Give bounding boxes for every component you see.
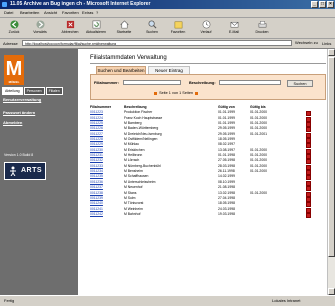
menu-bearbeiten[interactable]: Bearbeiten [20, 10, 39, 15]
filialnummer-input[interactable] [123, 80, 181, 85]
sidebar-tab-abteilung[interactable]: Abteilung [2, 87, 23, 95]
table-body: 0011223 Produktion Fischer 01.01.1999 01.01… [90, 110, 320, 218]
home-icon [119, 20, 129, 29]
company-logo: M MÖBEL [4, 55, 24, 85]
pager-text: Seite 1 von 1 Seiten [159, 91, 194, 95]
back-arrow-icon [9, 20, 19, 29]
maximize-button[interactable]: □ [319, 1, 326, 8]
close-button[interactable]: × [327, 1, 334, 8]
pager: Seite 1 von 1 Seiten [153, 91, 199, 95]
mail-button[interactable]: E-Mail [222, 20, 246, 36]
pager-next-icon[interactable] [195, 91, 199, 95]
home-button[interactable]: Startseite [112, 20, 136, 36]
results-table: Filialnummer Beschreibung Gültig von Gül… [90, 105, 320, 218]
sidebar-link-benutzerverwaltung[interactable]: Benutzerverwaltung [3, 97, 41, 102]
history-label: Verlauf [200, 30, 212, 34]
address-bar: Adresse http://localhost/cocoon/formular… [0, 39, 335, 49]
stop-label: Abbrechen [61, 30, 79, 34]
main-content: Filialstammdaten Verwaltung Suchen und B… [84, 49, 327, 295]
search-label: Suchen [146, 30, 158, 34]
arts-label: ARTS [21, 167, 43, 174]
search-panel: Filialnummer: Beschreibung: Suchen Seite… [90, 74, 326, 100]
menu-help[interactable]: ? [96, 10, 98, 15]
print-button[interactable]: Drucken [250, 20, 274, 36]
menu-extras[interactable]: Extras [82, 10, 93, 15]
forward-arrow-icon [35, 20, 45, 29]
menu-ansicht[interactable]: Ansicht [44, 10, 57, 15]
refresh-button[interactable]: Aktualisieren [84, 20, 108, 36]
mail-icon [230, 21, 238, 28]
address-label: Adresse [3, 41, 18, 46]
window-titlebar: 11.05 Archive an Bug ingen ch - Microsof… [0, 0, 335, 9]
sidebar-tab-filialen[interactable]: Filialen [45, 87, 63, 95]
page-title: Filialstammdaten Verwaltung [90, 55, 167, 61]
history-button[interactable]: Verlauf [194, 20, 218, 36]
sidebar: M MÖBEL Abteilung Personen Filialen Benutz… [0, 49, 78, 295]
search-icon [148, 20, 156, 29]
search-submit-button[interactable]: Suchen [287, 80, 313, 87]
stop-button[interactable]: Abbrechen [58, 20, 82, 36]
browser-toolbar: Zurück Vorwärts Abbrechen Aktualisieren … [0, 18, 335, 39]
sidebar-tab-personen[interactable]: Personen [23, 87, 45, 95]
history-icon [202, 20, 210, 29]
print-label: Drucken [255, 30, 269, 34]
home-label: Startseite [116, 30, 132, 34]
scroll-down-button[interactable] [328, 288, 335, 295]
title-divider [90, 63, 326, 64]
search-button[interactable]: Suchen [140, 20, 164, 36]
print-icon [258, 21, 266, 28]
beschreibung-label: Beschreibung: [189, 81, 216, 85]
status-bar: Fertig Lokales Intranet [0, 295, 335, 306]
minimize-button[interactable]: _ [311, 1, 318, 8]
sidebar-link-passwort[interactable]: Passwort ändern [3, 110, 35, 115]
delete-icon[interactable] [306, 212, 311, 218]
ie-icon [2, 2, 7, 7]
forward-button[interactable]: Vorwärts [28, 20, 52, 36]
arts-figure-icon [10, 166, 16, 176]
sidebar-link-abmelden[interactable]: Abmelden [3, 120, 22, 125]
window-title: 11.05 Archive an Bug ingen ch - Microsof… [10, 1, 151, 7]
logo-letter: M [5, 58, 23, 80]
menu-favoriten[interactable]: Favoriten [62, 10, 79, 15]
tab-neuer-eintrag[interactable]: Neuer Eintrag [148, 66, 190, 74]
arts-badge: ARTS [4, 162, 46, 180]
beschreibung-cell: M Bahnhof [124, 211, 141, 216]
address-input[interactable]: http://localhost/cocoon/formular/filial/… [22, 40, 292, 46]
status-text: Fertig [4, 298, 15, 303]
forward-label: Vorwärts [33, 30, 47, 34]
menu-bar: Datei Bearbeiten Ansicht Favoriten Extra… [0, 9, 335, 18]
favorites-label: Favoriten [170, 30, 186, 34]
back-label: Zurück [8, 30, 20, 34]
table-row: 0011242 M Bahnhof 19.03.1998 [90, 211, 320, 218]
version-text: Version 1.0 Build 8 [4, 153, 34, 157]
scroll-thumb[interactable] [328, 57, 335, 257]
go-button[interactable]: Wechseln zu [295, 40, 318, 45]
mail-label: E-Mail [229, 30, 239, 34]
favorites-button[interactable]: Favoriten [166, 20, 190, 36]
refresh-icon [92, 20, 100, 29]
links-button[interactable]: Links [322, 41, 331, 46]
vertical-scrollbar[interactable] [327, 49, 335, 295]
refresh-label: Aktualisieren [85, 30, 107, 34]
menu-datei[interactable]: Datei [4, 10, 13, 15]
filialnummer-link[interactable]: 0011242 [90, 212, 103, 217]
scroll-up-button[interactable] [328, 49, 335, 56]
pager-prev-icon[interactable] [154, 91, 157, 95]
sidebar-tabs: Abteilung Personen Filialen [2, 87, 64, 95]
tab-suchen-bearbeiten[interactable]: Suchen und Bearbeiten [96, 66, 146, 74]
gueltig-von-cell: 19.03.1998 [218, 211, 235, 216]
beschreibung-input[interactable] [219, 80, 281, 85]
filialnummer-label: Filialnummer: [94, 81, 119, 85]
zone-text: Lokales Intranet [272, 298, 301, 303]
logo-caption: MÖBEL [8, 80, 20, 84]
favorites-icon [174, 21, 182, 29]
back-button[interactable]: Zurück [2, 20, 26, 36]
stop-icon [66, 20, 74, 29]
